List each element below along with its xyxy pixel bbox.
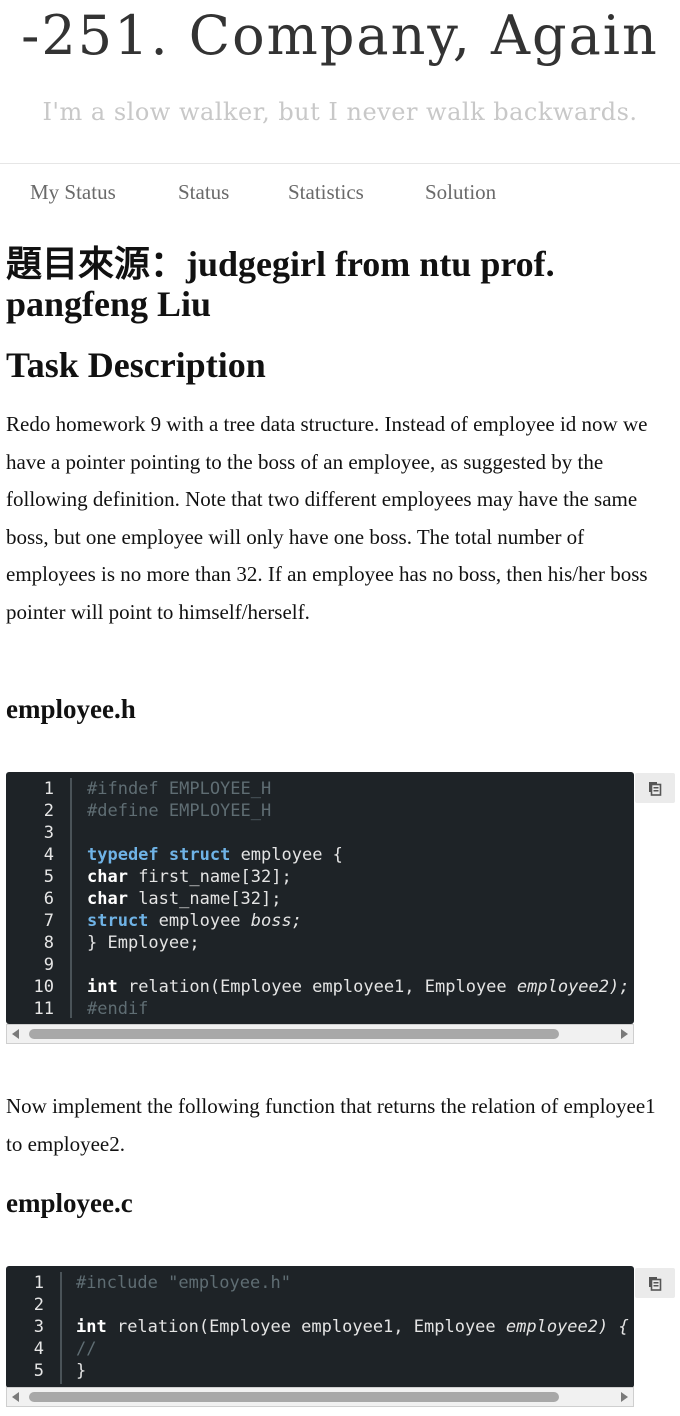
line-number: 5 <box>43 867 54 887</box>
code-line: 1 #ifndef EMPLOYEE_H <box>6 778 634 800</box>
copy-code-button[interactable] <box>635 1268 675 1298</box>
employee-c-horizontal-scrollbar[interactable] <box>6 1387 634 1407</box>
line-number: 6 <box>43 889 54 909</box>
code-line: 3 int relation(Employee employee1, Employ… <box>6 1316 634 1338</box>
nav-statistics[interactable]: Statistics <box>288 180 364 205</box>
nav-status[interactable]: Status <box>178 180 229 205</box>
code-text: #ifndef EMPLOYEE_H <box>87 779 272 799</box>
copy-code-button[interactable] <box>635 773 675 803</box>
task-description-heading: Task Description <box>6 345 266 385</box>
code-line: 6 char last_name[32]; <box>6 888 634 910</box>
nav-solution[interactable]: Solution <box>425 180 496 205</box>
code-line: 10 int relation(Employee employee1, Emplo… <box>6 976 634 998</box>
header-file-heading: employee.h <box>6 694 136 724</box>
code-text: // <box>76 1339 97 1359</box>
code-line: 5} <box>6 1360 634 1382</box>
employee-h-code-block[interactable]: 1 #ifndef EMPLOYEE_H 2 #define EMPLOYEE_H 3 4… <box>6 772 634 1024</box>
code-line: 3 <box>6 822 634 844</box>
task-description-text: Redo homework 9 with a tree data structu… <box>6 412 648 624</box>
code-line: 4 // <box>6 1338 634 1360</box>
scrollbar-thumb[interactable] <box>29 1392 559 1402</box>
line-number: 2 <box>43 801 54 821</box>
code-line: 4 typedef struct employee { <box>6 844 634 866</box>
line-number: 10 <box>33 977 54 997</box>
line-number: 4 <box>43 845 54 865</box>
code-text: #endif <box>87 999 149 1019</box>
code-text: #define EMPLOYEE_H <box>87 801 272 821</box>
site-title: -251. Company, Again <box>21 4 659 67</box>
line-number: 1 <box>33 1273 44 1293</box>
source-heading: 題目來源：judgegirl from ntu prof. pangfeng L… <box>6 244 555 324</box>
line-number: 2 <box>33 1295 44 1315</box>
employee-c-code-block[interactable]: 1 #include "employee.h" 2 3 int relation(Emp… <box>6 1266 634 1388</box>
code-text: char first_name[32]; <box>87 867 292 887</box>
line-number: 3 <box>33 1317 44 1337</box>
line-number: 11 <box>33 999 54 1019</box>
copy-icon <box>649 782 662 796</box>
code-text: int relation(Employee employee1, Employe… <box>76 1317 629 1337</box>
code-line: 7 struct employee boss; <box>6 910 634 932</box>
code-text: struct employee boss; <box>87 911 302 931</box>
line-number: 3 <box>43 823 54 843</box>
line-number: 4 <box>33 1339 44 1359</box>
scrollbar-thumb[interactable] <box>29 1029 559 1039</box>
scroll-right-arrow-icon[interactable] <box>621 1392 628 1402</box>
code-line: 5 char first_name[32]; <box>6 866 634 888</box>
code-text: } Employee; <box>87 933 200 953</box>
code-line: 9 <box>6 954 634 976</box>
line-number: 9 <box>43 955 54 975</box>
code-text: #include "employee.h" <box>76 1273 291 1293</box>
code-text: } <box>76 1361 87 1381</box>
code-text: char last_name[32]; <box>87 889 282 909</box>
nav-my-status[interactable]: My Status <box>30 180 116 205</box>
code-line: 11 #endif <box>6 998 634 1020</box>
code-line: 1 #include "employee.h" <box>6 1272 634 1294</box>
scroll-left-arrow-icon[interactable] <box>12 1392 19 1402</box>
scroll-right-arrow-icon[interactable] <box>621 1029 628 1039</box>
line-number: 7 <box>43 911 54 931</box>
code-text: typedef struct employee { <box>87 845 343 865</box>
code-line: 2 <box>6 1294 634 1316</box>
code-line: 8 } Employee; <box>6 932 634 954</box>
line-number: 5 <box>33 1361 44 1381</box>
copy-icon <box>649 1277 662 1291</box>
line-number: 1 <box>43 779 54 799</box>
code-line: 2 #define EMPLOYEE_H <box>6 800 634 822</box>
line-number: 8 <box>43 933 54 953</box>
implement-instruction-text: Now implement the following function tha… <box>6 1094 656 1156</box>
nav-divider <box>0 163 680 164</box>
employee-h-horizontal-scrollbar[interactable] <box>6 1024 634 1044</box>
site-subtitle: I'm a slow walker, but I never walk back… <box>42 98 638 126</box>
scroll-left-arrow-icon[interactable] <box>12 1029 19 1039</box>
source-file-heading: employee.c <box>6 1188 133 1218</box>
code-text: int relation(Employee employee1, Employe… <box>87 977 630 997</box>
